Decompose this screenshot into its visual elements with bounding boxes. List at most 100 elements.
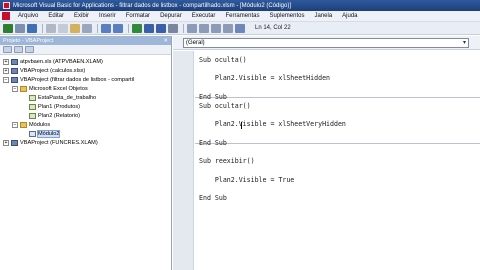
code-combo-row: (Geral) ▾ [173,36,480,50]
design-mode-icon[interactable] [168,23,178,33]
expand-icon[interactable]: + [3,139,9,146]
object-combo-value: (Geral) [186,39,205,46]
menu-ferramentas[interactable]: Ferramentas [225,13,259,19]
menu-exibir[interactable]: Exibir [74,13,89,19]
paste-icon[interactable] [70,23,80,33]
worksheet-icon [29,112,36,119]
menu-ajuda[interactable]: Ajuda [342,13,357,19]
collapse-icon[interactable]: − [12,85,18,92]
system-menu-icon[interactable] [2,12,10,20]
find-icon[interactable] [82,23,92,33]
view-object-icon[interactable] [14,46,23,53]
project-explorer: Projeto - VBAProject ✕ + atpvbaen.xls (AT… [0,36,172,270]
toolbox-icon[interactable] [223,23,233,33]
code-line[interactable]: Sub reexibir() [199,157,255,165]
tree-node-label: VBAProject (filtrar dados de listbox - c… [20,76,135,83]
tree-node[interactable]: − VBAProject (filtrar dados de listbox - … [0,75,171,84]
menu-formatar[interactable]: Formatar [126,13,150,19]
run-icon[interactable] [132,23,142,33]
project-icon [11,76,18,83]
object-combo[interactable]: (Geral) ▾ [183,37,469,48]
pause-icon[interactable] [144,23,154,33]
cut-icon[interactable] [46,23,56,33]
tree-node-label: Módulo2 [36,129,61,138]
project-icon [11,58,18,65]
worksheet-icon [29,94,36,101]
tree-node-label: atpvbaen.xls (ATPVBAEN.XLAM) [20,58,103,65]
window-title: Microsoft Visual Basic for Applications … [13,2,292,9]
undo-icon[interactable] [101,23,111,33]
tree-node[interactable]: + atpvbaen.xls (ATPVBAEN.XLAM) [0,57,171,66]
tree-node[interactable]: Módulo2 [0,129,171,138]
tree-node[interactable]: EstaPasta_de_trabalho [0,93,171,102]
toolbar-separator [97,23,98,33]
vba-app-icon [3,2,10,9]
code-line[interactable]: Sub oculta() [199,56,247,64]
toolbar-separator [183,23,184,33]
object-browser-icon[interactable] [211,23,221,33]
properties-icon[interactable] [199,23,209,33]
tree-node[interactable]: Plan1 (Produtos) [0,102,171,111]
collapse-icon[interactable]: − [3,76,9,83]
project-explorer-title: Projeto - VBAProject [3,37,54,44]
worksheet-icon [29,103,36,110]
project-icon [11,67,18,74]
insert-module-icon[interactable] [15,23,25,33]
tree-node[interactable]: − Módulos [0,120,171,129]
project-icon [11,139,18,146]
standard-toolbar: Ln 14, Col 22 [0,22,480,35]
close-icon[interactable]: ✕ [163,38,168,44]
collapse-icon[interactable]: − [12,121,18,128]
tree-node[interactable]: − Microsoft Excel Objetos [0,84,171,93]
project-explorer-title-bar: Projeto - VBAProject ✕ [0,36,171,45]
tree-node-label: EstaPasta_de_trabalho [38,94,97,101]
tree-node-label: Plan2 (Relatorio) [38,112,80,119]
help-icon[interactable] [235,23,245,33]
copy-icon[interactable] [58,23,68,33]
menu-editar[interactable]: Editar [48,13,64,19]
module-icon [29,130,36,137]
menu-arquivo[interactable]: Arquivo [18,13,38,19]
chevron-down-icon[interactable]: ▾ [463,39,466,46]
menu-executar[interactable]: Executar [192,13,216,19]
tree-node-label: Plan1 (Produtos) [38,103,80,110]
menu-bar: Arquivo Editar Exibir Inserir Formatar D… [0,11,480,22]
toggle-folders-icon[interactable] [25,46,34,53]
code-line[interactable]: Plan2.Visible = True [199,176,294,184]
code-line[interactable]: End Sub [199,194,227,202]
code-line[interactable]: Plan2.Visible = xlSheetHidden [199,74,330,82]
toolbar-separator [42,23,43,33]
code-line[interactable]: Plan2.Visible = xlSheetVeryHidden [199,120,346,128]
tree-node-label: Microsoft Excel Objetos [29,85,88,92]
expand-icon[interactable]: + [3,67,9,74]
menu-janela[interactable]: Janela [314,13,332,19]
code-line[interactable]: Sub ocultar() [199,102,251,110]
stop-icon[interactable] [156,23,166,33]
project-tree: + atpvbaen.xls (ATPVBAEN.XLAM) + VBAProject… [0,55,171,147]
menu-depurar[interactable]: Depurar [160,13,182,19]
code-line[interactable]: End Sub [199,93,227,101]
tree-node[interactable]: + VBAProject (FUNCRES.XLAM) [0,138,171,147]
menu-suplementos[interactable]: Suplementos [269,13,304,19]
folder-icon [20,85,27,92]
excel-view-icon[interactable] [3,23,13,33]
margin-indicator-bar[interactable] [173,51,194,270]
title-bar: Microsoft Visual Basic for Applications … [0,0,480,11]
save-icon[interactable] [27,23,37,33]
procedure-separator [195,97,480,98]
tree-node-label: VBAProject (FUNCRES.XLAM) [20,139,98,146]
procedure-separator [195,143,480,144]
menu-inserir[interactable]: Inserir [99,13,116,19]
code-line[interactable]: End Sub [199,139,227,147]
cursor-position: Ln 14, Col 22 [255,25,291,31]
toolbar-separator [128,23,129,33]
tree-node-label: VBAProject (calculos.xlsx) [20,67,86,74]
redo-icon[interactable] [113,23,123,33]
project-explorer-icon[interactable] [187,23,197,33]
expand-icon[interactable]: + [3,58,9,65]
view-code-icon[interactable] [3,46,12,53]
tree-node[interactable]: Plan2 (Relatorio) [0,111,171,120]
tree-node[interactable]: + VBAProject (calculos.xlsx) [0,66,171,75]
code-editor[interactable]: I Sub oculta() Plan2.Visible = xlSheetHi… [173,51,480,270]
project-explorer-toolbar [0,45,171,55]
